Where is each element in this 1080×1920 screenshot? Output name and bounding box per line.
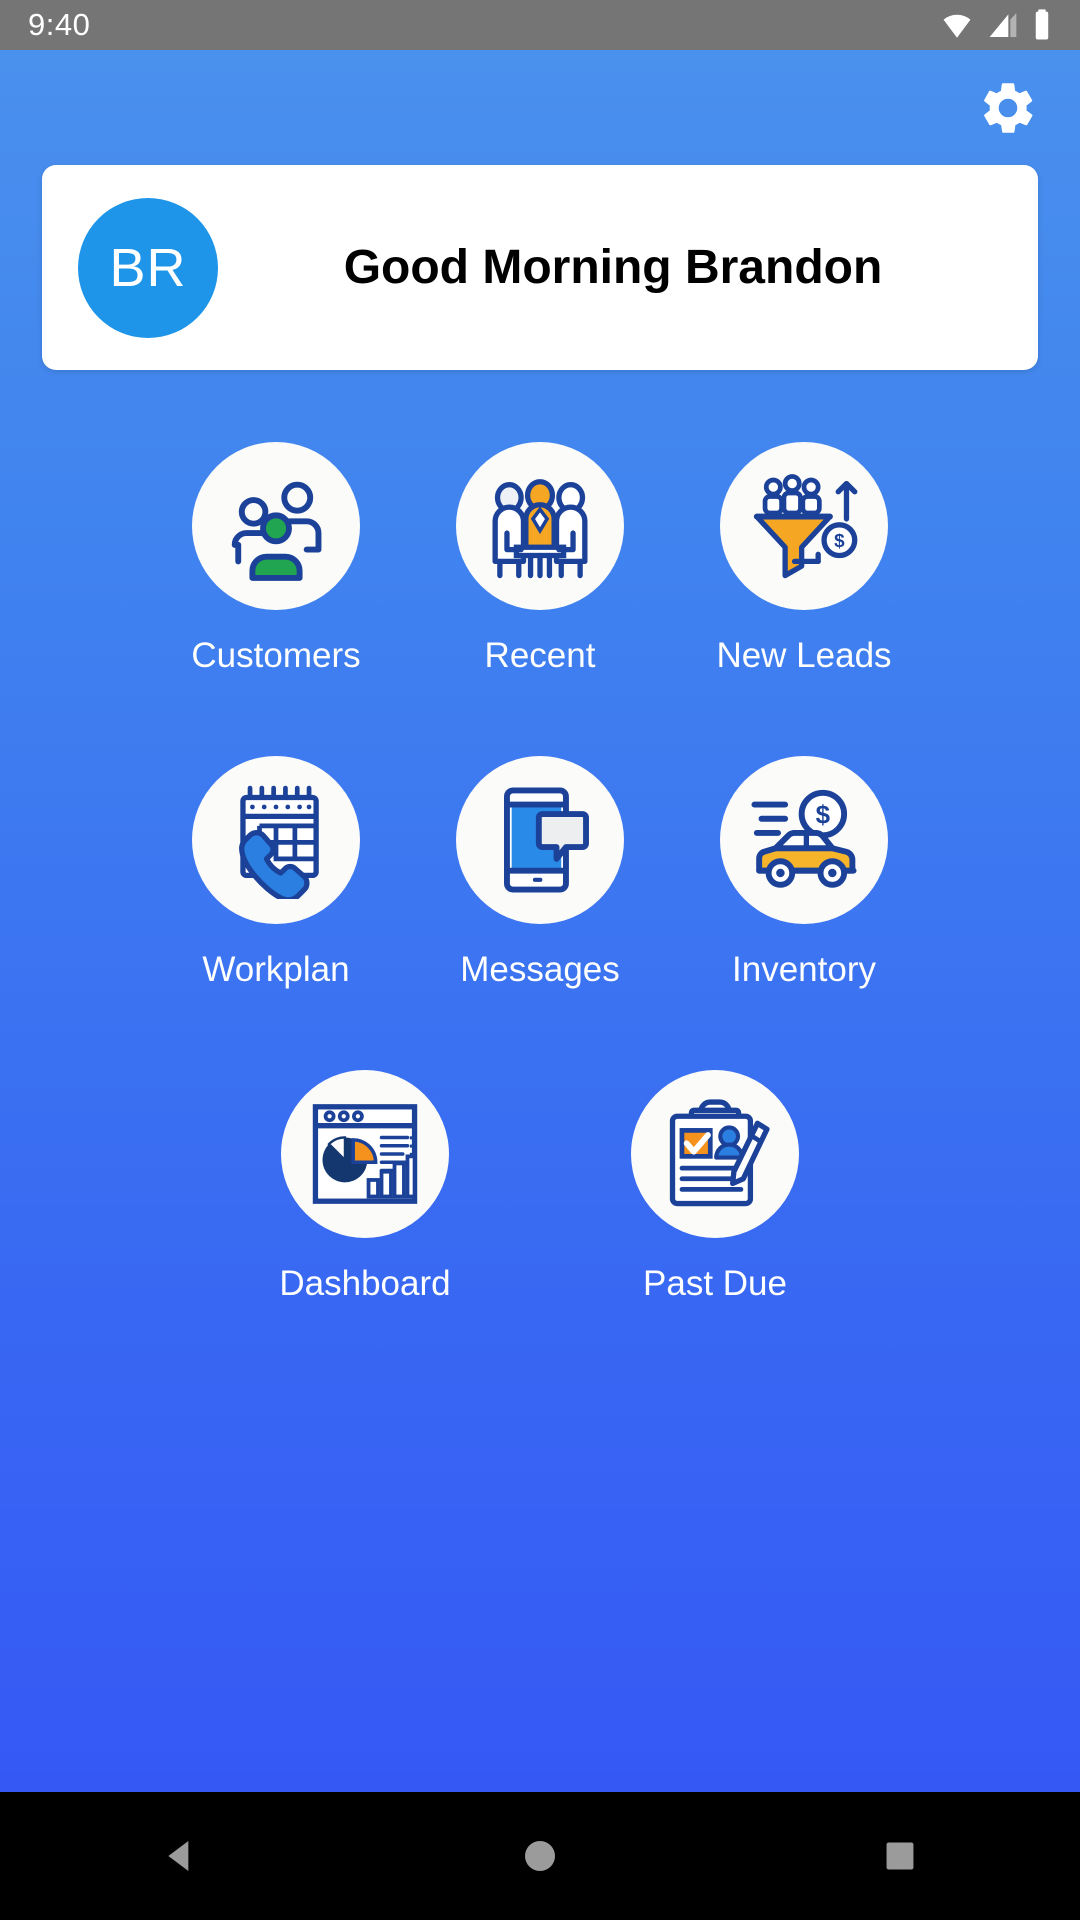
nav-home-button[interactable] <box>480 1792 600 1920</box>
svg-text:$: $ <box>834 530 845 551</box>
gear-icon <box>984 82 1033 133</box>
android-navigation-bar <box>0 1792 1080 1920</box>
back-triangle-icon <box>168 1841 189 1871</box>
nav-back-button[interactable] <box>120 1792 240 1920</box>
status-bar-clock: 9:40 <box>28 7 91 42</box>
menu-item-label: Customers <box>191 636 361 675</box>
menu-item-recent[interactable]: Recent <box>408 442 672 676</box>
status-bar-icons <box>940 8 1052 42</box>
menu-grid-row: Customers Recent $ New Leads <box>30 442 1050 676</box>
menu-item-new-leads[interactable]: $ New Leads <box>672 442 936 676</box>
phone-screen: 9:40 BR Good Morning Brandon Customers R… <box>0 0 1080 1920</box>
menu-item-label: Recent <box>484 636 596 675</box>
phone-chat-bubble-icon <box>504 787 589 893</box>
greeting-card[interactable]: BR Good Morning Brandon <box>42 165 1038 370</box>
wifi-icon <box>943 14 971 38</box>
menu-item-dashboard[interactable]: Dashboard <box>233 1070 497 1304</box>
icon-circle <box>281 1070 449 1238</box>
avatar-initials: BR <box>109 237 187 298</box>
avatar: BR <box>78 197 218 338</box>
menu-item-label: New Leads <box>716 636 892 675</box>
analytics-window-icon <box>312 1104 418 1204</box>
car-dollar-icon: $ <box>751 789 857 888</box>
menu-item-past-due[interactable]: Past Due <box>583 1070 847 1304</box>
cellular-signal-icon <box>989 13 1017 37</box>
svg-text:$: $ <box>816 799 831 829</box>
recents-square-icon <box>886 1842 914 1870</box>
sales-funnel-icon: $ <box>753 474 858 579</box>
menu-grid: Customers Recent $ New Leads Workplan Me… <box>0 442 1080 1304</box>
app-top-bar <box>0 50 1080 165</box>
icon-circle: $ <box>720 756 888 924</box>
clipboard-pen-icon <box>669 1099 770 1207</box>
menu-item-messages[interactable]: Messages <box>408 756 672 990</box>
menu-grid-row: Dashboard Past Due <box>30 1070 1050 1304</box>
menu-item-label: Messages <box>460 950 620 989</box>
app-content: BR Good Morning Brandon Customers Recent… <box>0 50 1080 1792</box>
icon-circle: $ <box>720 442 888 610</box>
menu-item-inventory[interactable]: $ Inventory <box>672 756 936 990</box>
status-bar: 9:40 <box>0 0 1080 50</box>
icon-circle <box>456 756 624 924</box>
calendar-phone-icon <box>239 785 319 899</box>
people-group-icon <box>231 481 322 581</box>
meeting-table-icon <box>492 479 588 579</box>
icon-circle <box>192 442 360 610</box>
battery-icon <box>1035 9 1049 40</box>
menu-item-label: Dashboard <box>279 1264 451 1303</box>
greeting-text: Good Morning Brandon <box>343 241 883 294</box>
menu-item-label: Inventory <box>732 950 876 989</box>
menu-grid-row: Workplan Messages $ Inventory <box>30 756 1050 990</box>
home-circle-icon <box>525 1841 555 1871</box>
icon-circle <box>456 442 624 610</box>
menu-item-customers[interactable]: Customers <box>144 442 408 676</box>
icon-circle <box>192 756 360 924</box>
menu-item-workplan[interactable]: Workplan <box>144 756 408 990</box>
icon-circle <box>631 1070 799 1238</box>
menu-item-label: Workplan <box>202 950 350 989</box>
nav-recents-button[interactable] <box>840 1792 960 1920</box>
settings-button[interactable] <box>972 72 1044 144</box>
menu-item-label: Past Due <box>643 1264 787 1303</box>
